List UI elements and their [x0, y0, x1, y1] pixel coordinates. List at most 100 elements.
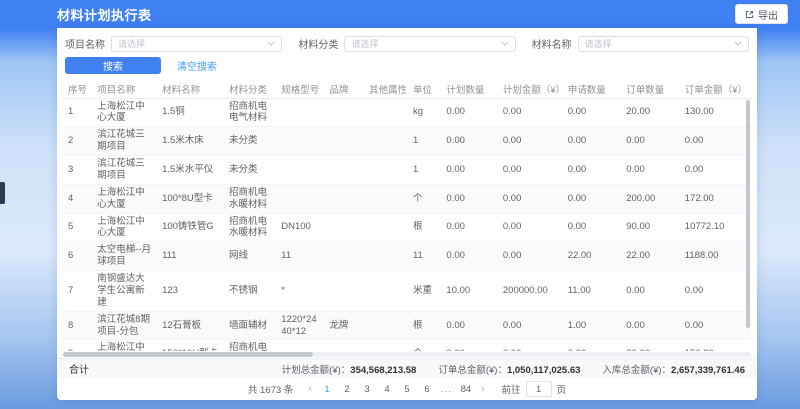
column-header: 订单数量 — [621, 80, 680, 98]
filter-label: 项目名称 — [65, 36, 105, 51]
table-cell: 滨江花城8期项目-分包 — [92, 311, 157, 340]
summary-item: 订单总金额(¥)：1,050,117,025.63 — [438, 362, 580, 376]
filter-select-0[interactable]: 请选择 — [111, 36, 282, 52]
column-header: 品牌 — [324, 80, 364, 98]
table-row[interactable]: 4上海松江中心大厦100*8U型卡招商机电 水暖材料个0.000.000.002… — [63, 184, 751, 213]
table-cell: 太空电梯--月球项目 — [92, 242, 157, 271]
table-cell: 20.00 — [621, 98, 680, 127]
table-row[interactable]: 2滨江花城三期项目1.5米木床未分类10.000.000.000.000.00 — [63, 127, 751, 156]
table-cell: 11.00 — [563, 271, 622, 312]
summary-bar: 合计 计划总金额(¥)：354,568,213.58订单总金额(¥)：1,050… — [57, 358, 757, 378]
filter-actions: 搜索 清空搜索 — [65, 56, 217, 74]
summary-item: 入库总金额(¥)：2,657,339,761.46 — [602, 362, 745, 376]
table-cell: 130.00 — [680, 98, 751, 127]
table-cell: 0.00 — [621, 311, 680, 340]
next-page-button[interactable]: › — [479, 383, 487, 395]
page-button-4[interactable]: 4 — [381, 384, 393, 395]
table-cell: 招商机电 水暖材料 — [224, 340, 276, 351]
filter-group-1: 材料分类请选择 — [298, 35, 515, 52]
table-cell — [364, 340, 408, 351]
goto-suffix: 页 — [557, 382, 567, 396]
table-cell: 10772.10 — [680, 213, 751, 242]
table-cell: 0.00 — [621, 156, 680, 185]
table-cell: 100*8U型卡 — [157, 184, 224, 213]
table-row[interactable]: 3滨江花城三期项目1.5米水平仪未分类10.000.000.000.000.00 — [63, 156, 751, 185]
table-cell: 1 — [408, 156, 441, 185]
table-cell: 90.00 — [621, 213, 680, 242]
table-cell: 个 — [408, 340, 441, 351]
table-cell — [324, 242, 364, 271]
table-cell: 6 — [63, 242, 92, 271]
table-cell — [364, 213, 408, 242]
table-cell: 根 — [408, 213, 441, 242]
table-cell — [364, 311, 408, 340]
summary-item: 计划总金额(¥)：354,568,213.58 — [282, 362, 417, 376]
table-cell: 滨江花城三期项目 — [92, 156, 157, 185]
table-cell: 未分类 — [224, 127, 276, 156]
page-button-1[interactable]: 1 — [321, 384, 333, 395]
table-cell: 0.00 — [441, 213, 497, 242]
table-cell: 0.00 — [441, 242, 497, 271]
table-cell: 0.00 — [441, 311, 497, 340]
pagination-ellipsis[interactable]: ... — [441, 384, 452, 395]
table-cell — [324, 213, 364, 242]
export-label: 导出 — [758, 7, 778, 22]
page-button-5[interactable]: 5 — [401, 384, 413, 395]
horizontal-scrollbar-thumb[interactable] — [63, 352, 313, 357]
filter-label: 材料分类 — [298, 36, 338, 51]
table-cell: 滨江花城三期项目 — [92, 127, 157, 156]
table-cell: 1.5米水平仪 — [157, 156, 224, 185]
table-cell: 80.00 — [621, 340, 680, 351]
table-row[interactable]: 5上海松江中心大厦100铸铁管G招商机电 水暖材料DN100根0.000.000… — [63, 213, 751, 242]
filter-select-1[interactable]: 请选择 — [344, 36, 515, 52]
table-cell: 0.00 — [563, 156, 622, 185]
table-cell: 172.00 — [680, 184, 751, 213]
table-row[interactable]: 1上海松江中心大厦1.5铜招商机电 电气材料kg0.000.000.0020.0… — [63, 98, 751, 127]
table-row[interactable]: 9上海松江中心大厦150*10U型卡招商机电 水暖材料个0.000.000.00… — [63, 340, 751, 351]
table-cell: 0.00 — [441, 340, 497, 351]
table-cell — [276, 156, 324, 185]
table-cell: 0.00 — [498, 156, 563, 185]
table-cell: 1 — [408, 127, 441, 156]
goto-page-input[interactable] — [526, 381, 552, 397]
table-cell: 1220*2440*12 — [276, 311, 324, 340]
prev-page-button[interactable]: ‹ — [306, 383, 314, 395]
table-cell: 上海松江中心大厦 — [92, 340, 157, 351]
sidebar-collapse-handle[interactable] — [0, 182, 5, 204]
export-button[interactable]: 导出 — [735, 4, 788, 24]
table-cell: 0.00 — [498, 98, 563, 127]
summary-items: 计划总金额(¥)：354,568,213.58 订单总金额(¥)：1,050,11… — [282, 362, 745, 376]
table-cell — [276, 184, 324, 213]
top-bar: 材料计划执行表 — [57, 0, 757, 28]
table-cell — [324, 127, 364, 156]
clear-search-link[interactable]: 清空搜索 — [177, 58, 217, 73]
table-cell: 0.00 — [441, 156, 497, 185]
table-cell: 个 — [408, 184, 441, 213]
column-header: 计划金额（¥） — [498, 80, 563, 98]
search-button[interactable]: 搜索 — [65, 57, 161, 74]
table-cell: 1.5铜 — [157, 98, 224, 127]
table-cell: 招商机电 水暖材料 — [224, 213, 276, 242]
table-cell: 0.00 — [680, 156, 751, 185]
column-header: 计划数量 — [441, 80, 497, 98]
column-header: 其他属性 — [364, 80, 408, 98]
page-button-3[interactable]: 3 — [361, 384, 373, 395]
page-button-84[interactable]: 84 — [460, 384, 472, 395]
table-row[interactable]: 6太空电梯--月球项目111网线11110.000.0022.0022.0011… — [63, 242, 751, 271]
filter-bar: 项目名称请选择材料分类请选择材料名称请选择 — [65, 35, 749, 52]
page-button-6[interactable]: 6 — [421, 384, 433, 395]
table-cell: 0.00 — [563, 213, 622, 242]
page-button-2[interactable]: 2 — [341, 384, 353, 395]
table-cell: 米重 — [408, 271, 441, 312]
table-row[interactable]: 7南钢盛达大学生公寓新建123不锈钢*米重10.00200000.0011.00… — [63, 271, 751, 312]
chevron-down-icon — [734, 41, 742, 46]
vertical-scrollbar[interactable] — [746, 100, 750, 328]
filter-select-2[interactable]: 请选择 — [578, 36, 749, 52]
table-cell: * — [276, 271, 324, 312]
table-cell: 0.00 — [621, 127, 680, 156]
table-row[interactable]: 8滨江花城8期项目-分包12石膏板墙面辅材1220*2440*12龙牌根0.00… — [63, 311, 751, 340]
table-cell — [324, 156, 364, 185]
table-cell: 0.00 — [441, 184, 497, 213]
summary-item-label: 计划总金额(¥)： — [282, 365, 351, 376]
table-cell: 1188.00 — [680, 242, 751, 271]
